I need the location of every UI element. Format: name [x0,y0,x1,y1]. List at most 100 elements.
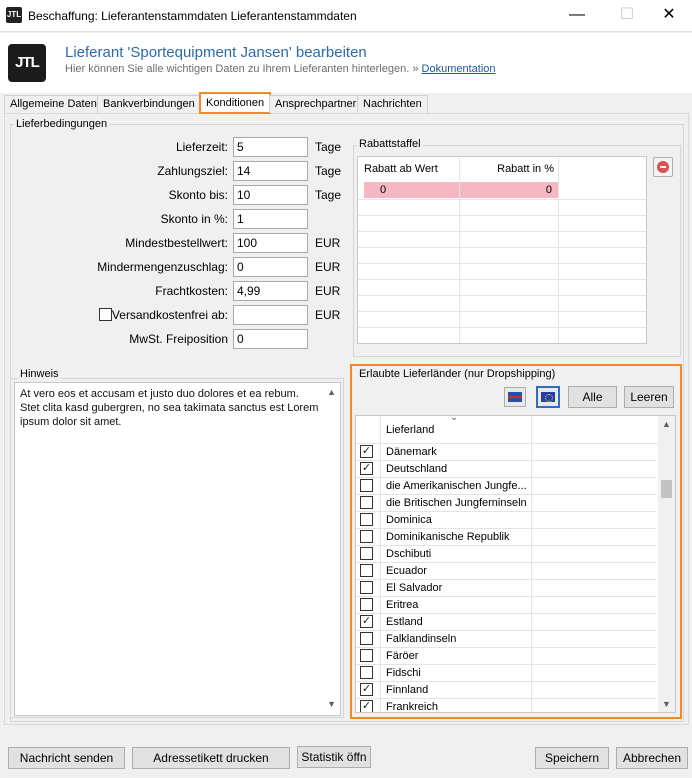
tab-ansprechpartner[interactable]: Ansprechpartner [269,95,363,113]
alle-button[interactable]: Alle [568,386,617,408]
mwst-freiposition-input[interactable]: 0 [233,329,308,349]
country-row[interactable]: Ecuador [356,563,656,580]
close-button[interactable]: ✕ [646,0,692,32]
country-row[interactable]: ✓ Finnland [356,682,656,699]
country-checkbox[interactable] [360,598,373,611]
flag-icon [508,392,522,402]
country-checkbox[interactable]: ✓ [360,615,373,628]
country-name: Eritrea [386,599,419,611]
country-checkbox[interactable]: ✓ [360,700,373,712]
country-name: Ecuador [386,565,427,577]
flag-button-eu[interactable] [536,386,560,408]
country-row[interactable]: Falklandinseln [356,631,656,648]
remove-rabatt-button[interactable] [653,157,673,177]
country-checkbox[interactable] [360,547,373,560]
country-row[interactable]: ✓ Frankreich [356,699,656,712]
frachtkosten-input[interactable]: 4,99 [233,281,308,301]
tab-konditionen[interactable]: Konditionen [199,92,272,114]
mindermengenzuschlag-input[interactable]: 0 [233,257,308,277]
lieferbedingungen-legend: Lieferbedingungen [14,118,110,130]
statistik-button[interactable]: Statistik öffn [297,746,371,768]
lieferlaender-legend: Erlaubte Lieferländer (nur Dropshipping) [357,368,558,380]
country-checkbox[interactable] [360,649,373,662]
country-checkbox[interactable] [360,479,373,492]
leeren-button[interactable]: Leeren [624,386,674,408]
subtitle-text: Hier können Sie alle wichtigen Daten zu … [65,63,410,75]
country-row[interactable]: die Amerikanischen Jungfe... [356,478,656,495]
minimize-button[interactable]: — [554,0,600,32]
grid-row-line [358,295,646,296]
country-checkbox[interactable] [360,632,373,645]
zahlungsziel-input[interactable]: 14 [233,161,308,181]
country-name: Fidschi [386,667,421,679]
rabatt-in-prozent-cell[interactable]: 0 [459,182,558,198]
nachricht-senden-button[interactable]: Nachricht senden [8,747,125,769]
scroll-down-arrow-icon[interactable]: ▼ [658,699,675,709]
lieferzeit-label: Lieferzeit: [175,140,228,154]
lieferlaender-list[interactable]: Lieferland ⌄ ✓ Dänemark ✓ Deutschland die Am… [355,415,676,713]
country-row[interactable]: Färöer [356,648,656,665]
list-scrollbar[interactable]: ▲ ▼ [658,416,675,712]
mindestbestellwert-input[interactable]: 100 [233,233,308,253]
skonto-in-input[interactable]: 1 [233,209,308,229]
country-name: Dänemark [386,446,437,458]
grid-column-separator [459,157,460,343]
tab-allgemeine-daten[interactable]: Allgemeine Daten [4,95,103,113]
window-title: Beschaffung: Lieferantenstammdaten Liefe… [28,9,357,23]
country-row[interactable]: ✓ Deutschland [356,461,656,478]
grid-row-line [358,263,646,264]
tab-bankverbindungen[interactable]: Bankverbindungen [97,95,201,113]
eu-flag-icon [541,392,555,402]
grid-row-line [358,247,646,248]
list-header[interactable]: Lieferland ⌄ [356,416,658,444]
scroll-down-arrow-icon[interactable]: ▼ [327,697,336,711]
grid-row-line [358,327,646,328]
country-name: Deutschland [386,463,448,475]
country-checkbox[interactable]: ✓ [360,683,373,696]
adressetikett-drucken-button[interactable]: Adressetikett drucken [132,747,290,769]
country-row[interactable]: ✓ Estland [356,614,656,631]
versandkostenfrei-label: Versandkostenfrei ab: [111,308,228,322]
rabattstaffel-grid[interactable]: Rabatt ab Wert Rabatt in % 0 0 [357,156,647,344]
country-checkbox[interactable] [360,564,373,577]
col-lieferland[interactable]: Lieferland [386,424,434,436]
country-row[interactable]: Dominica [356,512,656,529]
country-checkbox[interactable] [360,666,373,679]
skonto-bis-input[interactable]: 10 [233,185,308,205]
versandkostenfrei-input[interactable] [233,305,308,325]
flag-button-national[interactable] [504,387,526,407]
col-rabatt-in-prozent[interactable]: Rabatt in % [458,163,554,175]
scroll-up-arrow-icon[interactable]: ▲ [327,385,336,399]
tab-nachrichten[interactable]: Nachrichten [357,95,428,113]
maximize-button[interactable]: ☐ [604,0,650,32]
scrollbar-thumb[interactable] [661,480,672,498]
grid-row-line [358,199,646,200]
country-checkbox[interactable] [360,513,373,526]
country-checkbox[interactable] [360,581,373,594]
hinweis-textarea[interactable]: At vero eos et accusam et justo duo dolo… [14,382,341,716]
country-row[interactable]: El Salvador [356,580,656,597]
country-checkbox[interactable] [360,496,373,509]
col-rabatt-ab-wert[interactable]: Rabatt ab Wert [364,163,438,175]
country-checkbox[interactable]: ✓ [360,462,373,475]
country-name: Dschibuti [386,548,432,560]
country-name: die Britischen Jungferninseln [386,497,527,509]
country-checkbox[interactable]: ✓ [360,445,373,458]
country-row[interactable]: Eritrea [356,597,656,614]
country-row[interactable]: Dominikanische Republik [356,529,656,546]
country-checkbox[interactable] [360,530,373,543]
documentation-link[interactable]: Dokumentation [422,63,496,75]
lieferzeit-unit: Tage [315,140,342,154]
abbrechen-button[interactable]: Abbrechen [616,747,688,769]
country-row[interactable]: Fidschi [356,665,656,682]
country-name: Estland [386,616,423,628]
scroll-up-arrow-icon[interactable]: ▲ [658,419,675,429]
country-row[interactable]: ✓ Dänemark [356,444,656,461]
country-row[interactable]: Dschibuti [356,546,656,563]
rabatt-ab-wert-cell[interactable]: 0 [364,182,459,198]
lieferzeit-input[interactable]: 5 [233,137,308,157]
frachtkosten-label: Frachtkosten: [155,284,228,298]
country-name: Falklandinseln [386,633,457,645]
speichern-button[interactable]: Speichern [535,747,609,769]
country-row[interactable]: die Britischen Jungferninseln [356,495,656,512]
